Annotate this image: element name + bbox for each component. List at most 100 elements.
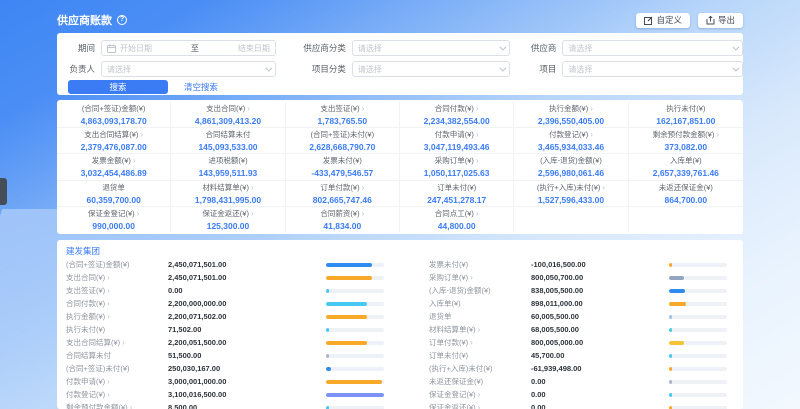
detail-label-text: 未返还保证金(¥) (429, 376, 483, 387)
detail-row: 保证金返还(¥)›0.00 (420, 401, 743, 409)
bar-track (669, 380, 727, 384)
detail-label-text: 支出签证(¥) (66, 285, 105, 296)
detail-label-text: 合同付款(¥) (66, 298, 105, 309)
detail-label[interactable]: 合同付款(¥)› (66, 298, 168, 309)
detail-bar (669, 263, 727, 267)
detail-bar (326, 367, 384, 371)
supplier-select[interactable]: 请选择 (562, 40, 743, 56)
bar-fill (669, 367, 672, 371)
metric-cell[interactable]: 执行金额(¥)›2,396,550,405.00 (514, 102, 628, 128)
supplier-category-label: 供应商分类 (294, 42, 346, 54)
metric-cell[interactable]: 支出合同(¥)›4,861,309,413.20 (171, 102, 285, 128)
customize-button[interactable]: 自定义 (636, 13, 690, 28)
bar-track (326, 315, 384, 319)
detail-label[interactable]: 剩余预付款金额(¥)› (66, 402, 168, 409)
detail-label[interactable]: 保证金返还(¥)› (429, 402, 531, 409)
metric-cell[interactable]: 支出合同结算(¥)›2,379,476,087.00 (57, 128, 171, 154)
detail-label[interactable]: 订单付款(¥)› (429, 337, 531, 348)
calendar-icon (107, 44, 116, 53)
metric-value: 373,082.00 (665, 142, 708, 152)
bar-track (669, 328, 727, 332)
detail-label-text: 订单付款(¥) (429, 337, 468, 348)
drilldown-arrow-icon: › (470, 273, 473, 282)
detail-value: 2,200,000,000.00 (168, 299, 326, 308)
metric-value: 125,300.00 (207, 221, 250, 231)
metric-value: 60,359,700.00 (86, 195, 140, 205)
date-range-input[interactable]: 开始日期 至 结束日期 (101, 40, 276, 56)
supplier-category-select[interactable]: 请选择 (352, 40, 511, 56)
detail-value: 0.00 (168, 286, 326, 295)
metric-cell[interactable]: 合同薪资(¥)›41,834.00 (286, 207, 400, 232)
bar-fill (669, 302, 686, 306)
sidebar-expand-handle[interactable] (0, 178, 7, 205)
detail-row: 支出签证(¥)›0.00 (57, 284, 400, 297)
project-label: 项目 (518, 63, 556, 75)
drilldown-arrow-icon: › (716, 130, 719, 139)
metric-cell[interactable]: 保证金登记(¥)›990,000.00 (57, 207, 171, 232)
export-button[interactable]: 导出 (698, 13, 743, 28)
detail-label[interactable]: 付款申请(¥)› (66, 376, 168, 387)
metric-value: 4,861,309,413.20 (195, 116, 261, 126)
group-detail-card: 建发集团 (合同+签证)金额(¥) 2,450,071,501.00支出合同(¥)… (57, 240, 743, 409)
metric-cell[interactable]: (执行+入库)未付(¥)›1,527,596,433.00 (514, 181, 628, 207)
bar-fill (326, 276, 372, 280)
owner-select[interactable]: 请选择 (101, 61, 276, 77)
detail-value: 250,030,167.00 (168, 364, 326, 373)
detail-bar (326, 328, 384, 332)
select-placeholder: 请选择 (358, 64, 382, 75)
metric-value: 162,167,851.00 (656, 116, 715, 126)
metric-cell[interactable]: 剩余预付款金额(¥)›373,082.00 (629, 128, 743, 154)
detail-label-text: (合同+签证)金额(¥) (66, 259, 130, 270)
detail-bar (326, 302, 384, 306)
project-select[interactable]: 请选择 (562, 61, 743, 77)
detail-rows-wrap: (合同+签证)金额(¥)2,450,071,501.00支出合同(¥)›2,45… (57, 258, 743, 409)
detail-row: 入库单(¥)898,011,000.00 (420, 297, 743, 310)
detail-bar (326, 315, 384, 319)
drilldown-arrow-icon: › (476, 130, 479, 139)
metric-cell[interactable]: 合同点工(¥)›44,800.00 (400, 207, 514, 232)
detail-label[interactable]: 执行金额(¥)› (66, 311, 168, 322)
metric-cell[interactable]: 付款登记(¥)›3,465,934,033.46 (514, 128, 628, 154)
metric-cell[interactable]: 发票金额(¥)›3,032,454,486.89 (57, 154, 171, 180)
clear-search-link[interactable]: 清空搜索 (184, 81, 218, 93)
drilldown-arrow-icon: › (362, 183, 365, 192)
detail-bar (669, 289, 727, 293)
detail-value: 2,450,071,501.00 (168, 273, 326, 282)
detail-label[interactable]: 材料结算单(¥)› (429, 324, 531, 335)
detail-label[interactable]: 支出合同结算(¥)› (66, 337, 168, 348)
detail-label[interactable]: 保证金登记(¥)› (429, 389, 531, 400)
metric-cell[interactable]: 保证金返还(¥)›125,300.00 (171, 207, 285, 232)
detail-value: 71,502.00 (168, 325, 326, 334)
detail-label[interactable]: 支出合同(¥)› (66, 272, 168, 283)
detail-value: 898,011,000.00 (531, 299, 669, 308)
metric-value: 864,700.00 (665, 195, 708, 205)
detail-right-column: 发票未付(¥)-100,016,500.00采购订单(¥)›800,050,70… (400, 258, 743, 409)
detail-label[interactable]: 付款登记(¥)› (66, 389, 168, 400)
metric-cell: 入库单(¥)2,657,339,761.46 (629, 154, 743, 180)
detail-label-text: 执行未付(¥) (66, 324, 105, 335)
detail-bar (326, 380, 384, 384)
bar-track (669, 302, 727, 306)
group-name-link[interactable]: 建发集团 (66, 245, 100, 257)
bar-track (669, 367, 727, 371)
metric-cell[interactable]: 付款申请(¥)›3,047,119,493.46 (400, 128, 514, 154)
metric-cell[interactable]: 支出签证(¥)›1,783,765.50 (286, 102, 400, 128)
search-button[interactable]: 搜索 (68, 80, 168, 94)
bar-fill (326, 302, 367, 306)
metric-value: 3,047,119,493.46 (424, 142, 490, 152)
drilldown-arrow-icon: › (590, 104, 593, 113)
metric-cell[interactable]: 合同付款(¥)›2,234,382,554.00 (400, 102, 514, 128)
metric-cell[interactable]: 材料结算单(¥)›1,798,431,995.00 (171, 181, 285, 207)
metric-cell[interactable]: 采购订单(¥)›1,050,117,025.63 (400, 154, 514, 180)
metric-label: 合同点工(¥) (435, 208, 474, 219)
detail-value: 51,500.00 (168, 351, 326, 360)
drilldown-arrow-icon: › (478, 390, 481, 399)
help-icon[interactable]: ? (117, 15, 127, 25)
metric-cell[interactable]: 订单付款(¥)›802,665,747.46 (286, 181, 400, 207)
project-category-select[interactable]: 请选择 (352, 61, 511, 77)
detail-label[interactable]: 支出签证(¥)› (66, 285, 168, 296)
detail-bar (326, 393, 384, 397)
bar-fill (326, 328, 329, 332)
metric-label: 支出签证(¥) (320, 103, 359, 114)
detail-label[interactable]: 采购订单(¥)› (429, 272, 531, 283)
